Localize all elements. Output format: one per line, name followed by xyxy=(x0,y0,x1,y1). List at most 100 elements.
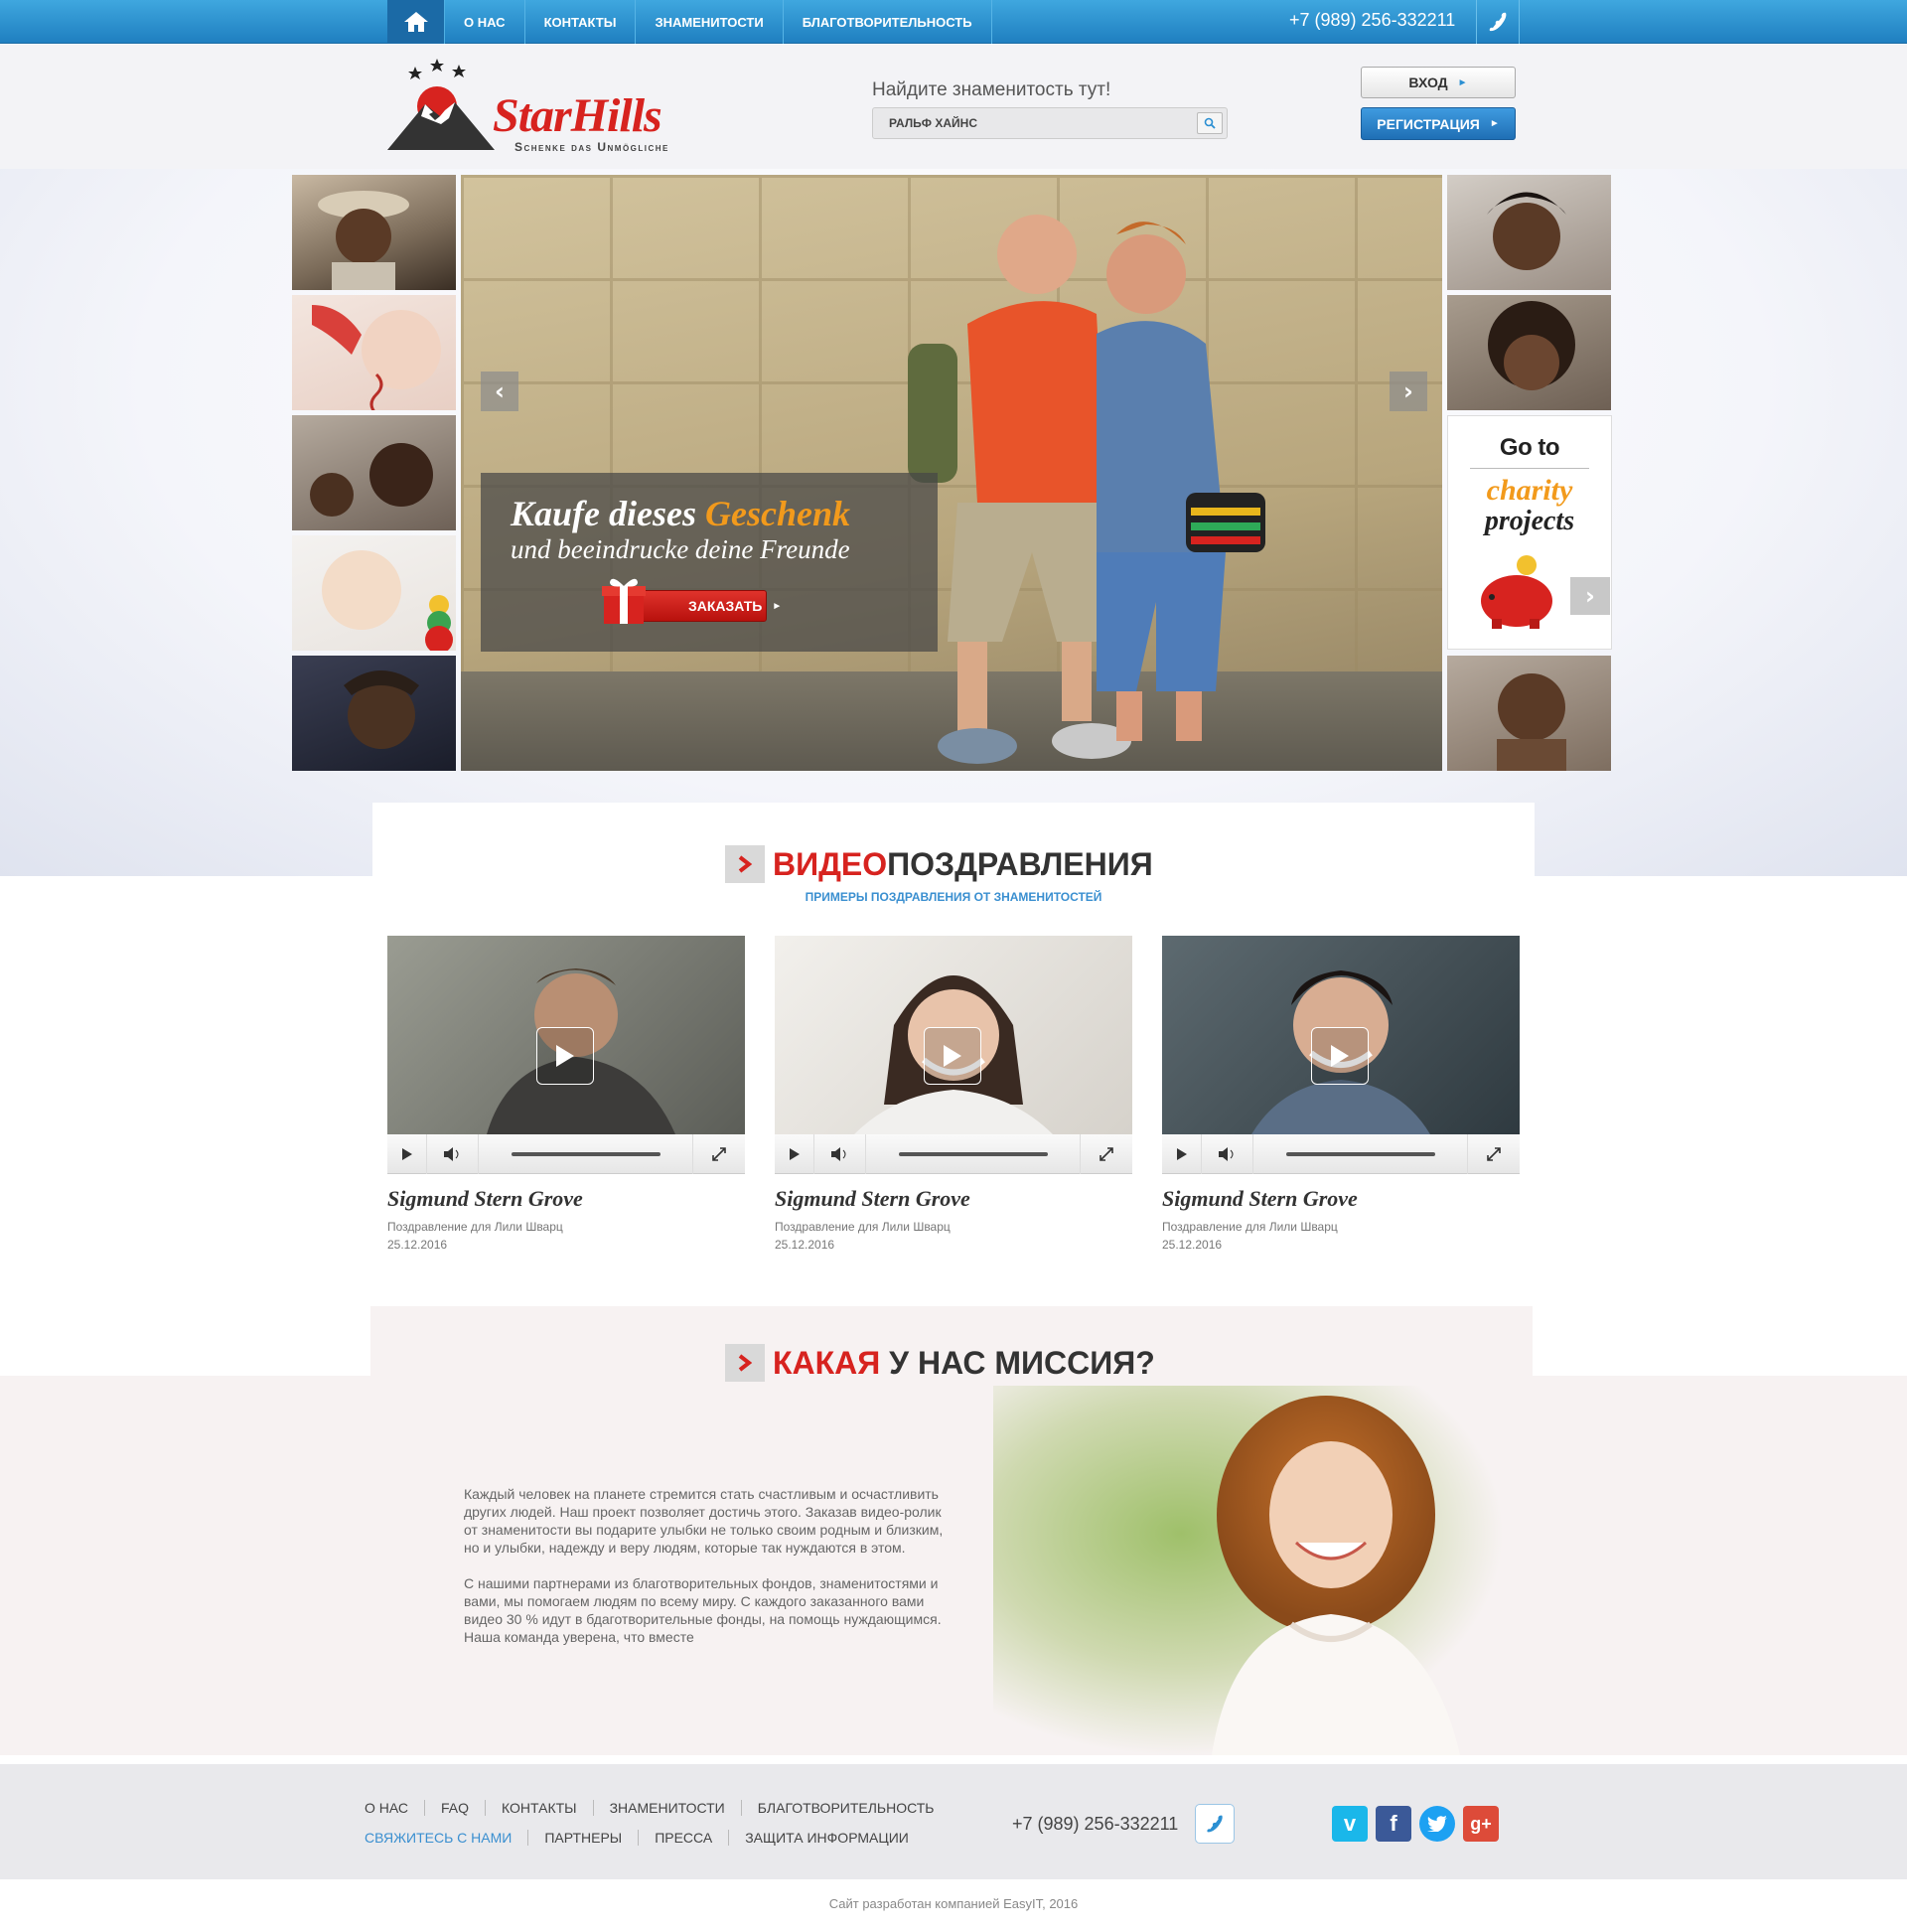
slide-prev-button[interactable]: ‹ xyxy=(481,372,518,411)
progress-bar xyxy=(1285,1151,1435,1156)
children-photo-thumb[interactable] xyxy=(292,415,456,530)
footer-link-privacy[interactable]: ЗАЩИТА ИНФОРМАЦИИ xyxy=(729,1830,925,1846)
footer-link-contact-us[interactable]: СВЯЖИТЕСЬ С НАМИ xyxy=(365,1830,529,1846)
search-label: Найдите знаменитость тут! xyxy=(872,79,1111,100)
twitter-bird-icon xyxy=(1427,1816,1447,1832)
play-button[interactable] xyxy=(387,1133,427,1174)
footer-link-press[interactable]: ПРЕССА xyxy=(639,1830,730,1846)
child-photo xyxy=(1497,673,1566,771)
play-overlay-button[interactable] xyxy=(536,1027,594,1085)
play-icon xyxy=(789,1147,800,1160)
play-overlay-button[interactable] xyxy=(924,1027,981,1085)
smiling-girl-photo xyxy=(993,1386,1530,1755)
google-plus-icon[interactable]: g+ xyxy=(1463,1806,1499,1842)
phone-icon xyxy=(1207,1815,1223,1833)
volume-button[interactable] xyxy=(1202,1133,1253,1174)
girl-photo xyxy=(993,1386,1530,1755)
play-overlay-button[interactable] xyxy=(1311,1027,1369,1085)
charity-word: charity xyxy=(1486,474,1573,507)
nav-item-about[interactable]: О НАС xyxy=(445,0,525,44)
slide-caption-subtitle: und beeindrucke deine Freunde xyxy=(511,534,850,564)
order-button[interactable]: ЗАКАЗАТЬ ► xyxy=(628,590,782,622)
order-label: ЗАКАЗАТЬ xyxy=(688,598,763,614)
twitter-icon[interactable] xyxy=(1419,1806,1455,1842)
fullscreen-button[interactable] xyxy=(1081,1134,1132,1174)
home-button[interactable] xyxy=(387,0,445,44)
girl-braids-photo-thumb[interactable] xyxy=(1447,175,1611,290)
child-photo xyxy=(318,191,409,290)
video-date: 25.12.2016 xyxy=(387,1238,448,1252)
video-thumbnail[interactable] xyxy=(775,936,1132,1134)
footer-link-celebrities[interactable]: ЗНАМЕНИТОСТИ xyxy=(594,1800,742,1816)
video-progress[interactable] xyxy=(866,1133,1081,1174)
gift-icon xyxy=(602,578,646,624)
title-red-part: КАКАЯ xyxy=(773,1344,881,1381)
footer-link-charity[interactable]: БЛАГОТВОРИТЕЛЬНОСТЬ xyxy=(742,1800,951,1816)
search-button[interactable] xyxy=(1197,112,1223,134)
volume-button[interactable] xyxy=(427,1133,479,1174)
volume-button[interactable] xyxy=(814,1133,866,1174)
footer-link-about[interactable]: О НАС xyxy=(365,1800,426,1816)
fullscreen-icon xyxy=(1487,1146,1501,1161)
piggy-bank-icon xyxy=(1481,555,1552,629)
woman-photo-thumb[interactable] xyxy=(292,656,456,771)
chevron-left-icon: ‹ xyxy=(495,377,505,405)
video-subtitle: Поздравление для Лили Шварц xyxy=(387,1220,563,1234)
charity-projects-banner[interactable]: Go to charity projects › xyxy=(1447,415,1612,650)
site-footer xyxy=(0,1764,1907,1879)
register-label: РЕГИСТРАЦИЯ xyxy=(1377,115,1480,132)
footer-call-button[interactable] xyxy=(1195,1804,1235,1844)
login-button[interactable]: ВХОД ► xyxy=(1361,67,1516,98)
mission-paragraph: С нашими партнерами из благотворительных… xyxy=(464,1575,942,1645)
chevron-right-icon: › xyxy=(1585,582,1595,610)
play-button[interactable] xyxy=(1162,1133,1202,1174)
title-red-part: ВИДЕО xyxy=(773,845,888,882)
video-title[interactable]: Sigmund Stern Grove xyxy=(387,1186,745,1212)
baby-phone-photo-thumb[interactable] xyxy=(292,295,456,410)
volume-icon xyxy=(830,1146,845,1161)
baby-phone-photo xyxy=(312,305,441,410)
nav-item-celebrities[interactable]: ЗНАМЕНИТОСТИ xyxy=(636,0,784,44)
vimeo-icon[interactable]: v xyxy=(1332,1806,1368,1842)
child-photo-thumb[interactable] xyxy=(292,175,456,290)
footer-phone-number: +7 (989) 256-332211 xyxy=(1012,1814,1179,1834)
play-button[interactable] xyxy=(775,1133,814,1174)
mission-text: Каждый человек на планете стремится стат… xyxy=(464,1485,956,1664)
chevron-right-icon xyxy=(725,845,765,883)
child-photo-thumb[interactable] xyxy=(1447,656,1611,771)
footer-nav-primary: О НАС FAQ КОНТАКТЫ ЗНАМЕНИТОСТИ БЛАГОТВО… xyxy=(365,1800,951,1816)
video-controls xyxy=(387,1133,745,1174)
baby-toy-photo xyxy=(322,550,453,651)
slide-next-button[interactable]: › xyxy=(1390,372,1427,411)
video-progress[interactable] xyxy=(1253,1133,1468,1174)
volume-icon xyxy=(1218,1146,1233,1161)
video-thumbnail[interactable] xyxy=(387,936,745,1134)
baby-toy-photo-thumb[interactable] xyxy=(292,535,456,651)
play-icon xyxy=(401,1147,412,1160)
title-rest: У НАС МИССИЯ? xyxy=(880,1344,1155,1381)
children-photo xyxy=(310,443,433,517)
register-button[interactable]: РЕГИСТРАЦИЯ ► xyxy=(1361,107,1516,140)
girl-braids-photo xyxy=(1487,192,1566,270)
home-icon xyxy=(403,12,428,32)
fullscreen-icon xyxy=(1100,1146,1113,1161)
charity-next-button[interactable]: › xyxy=(1570,577,1610,615)
starhills-logo[interactable]: StarHills Schenke das Unmögliche xyxy=(385,55,723,154)
footer-link-partners[interactable]: ПАРТНЕРЫ xyxy=(528,1830,640,1846)
facebook-icon[interactable]: f xyxy=(1376,1806,1411,1842)
search-input[interactable] xyxy=(873,108,1197,138)
fullscreen-button[interactable] xyxy=(693,1134,745,1174)
fullscreen-button[interactable] xyxy=(1468,1134,1520,1174)
footer-link-contacts[interactable]: КОНТАКТЫ xyxy=(486,1800,594,1816)
call-button[interactable] xyxy=(1476,0,1520,44)
girl-curly-photo-thumb[interactable] xyxy=(1447,295,1611,410)
nav-item-contacts[interactable]: КОНТАКТЫ xyxy=(525,0,637,44)
video-thumbnail[interactable] xyxy=(1162,936,1520,1134)
footer-link-faq[interactable]: FAQ xyxy=(425,1800,487,1816)
video-section-title: ВИДЕОПОЗДРАВЛЕНИЯ xyxy=(725,845,1153,883)
video-title[interactable]: Sigmund Stern Grove xyxy=(1162,1186,1520,1212)
video-progress[interactable] xyxy=(479,1133,693,1174)
nav-item-charity[interactable]: БЛАГОТВОРИТЕЛЬНОСТЬ xyxy=(784,0,992,44)
logo-mountain-icon xyxy=(387,59,495,150)
video-title[interactable]: Sigmund Stern Grove xyxy=(775,1186,1132,1212)
